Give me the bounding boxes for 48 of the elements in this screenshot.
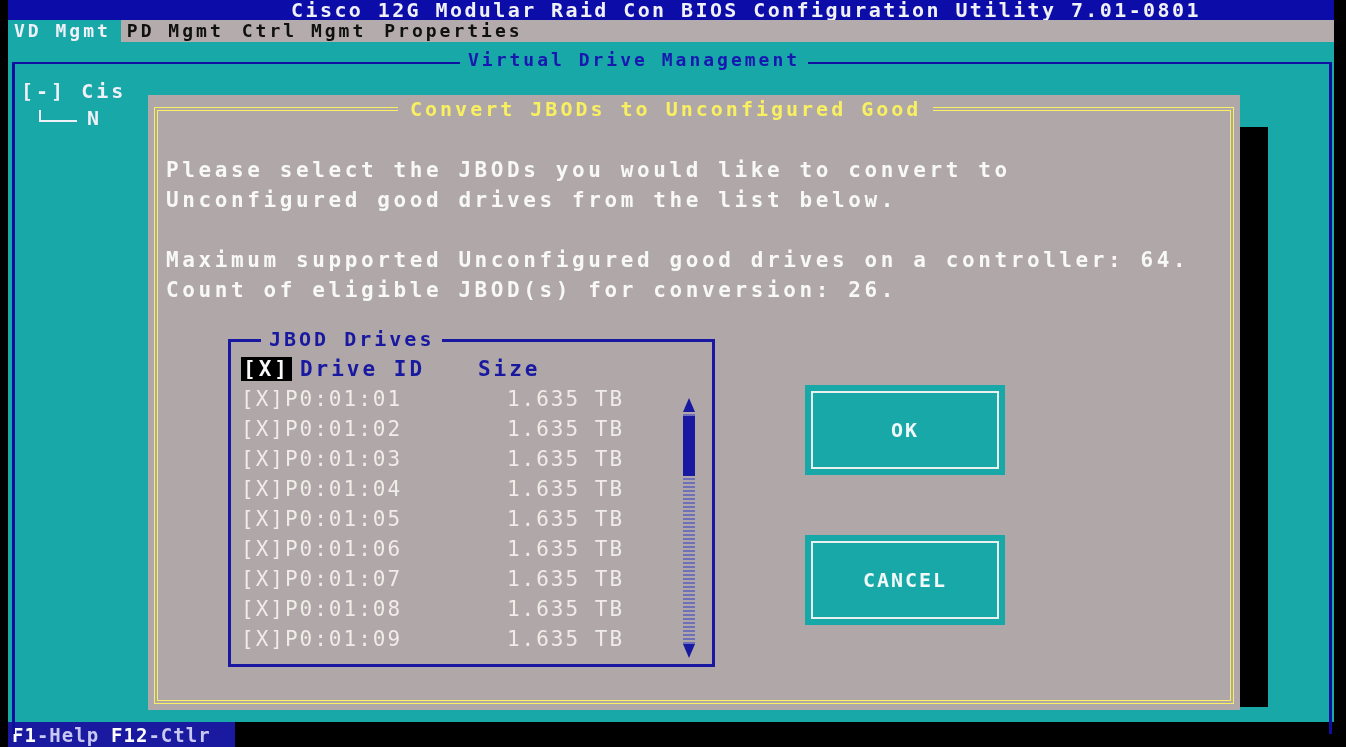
drive-size: 1.635 TB	[506, 387, 625, 411]
select-all-checkbox[interactable]: [X]	[241, 357, 292, 381]
scroll-down-arrow-icon[interactable]	[683, 644, 695, 658]
drive-size: 1.635 TB	[506, 447, 625, 471]
drive-id: P0:01:06	[284, 537, 404, 561]
column-header: Drive ID	[299, 357, 427, 381]
menu-tab[interactable]: VD Mgmt	[8, 20, 121, 42]
column-header: Size	[477, 357, 541, 381]
menu-tab[interactable]: PD Mgmt	[120, 20, 236, 42]
drive-id: P0:01:01	[284, 387, 404, 411]
drive-checkbox[interactable]: [X]	[241, 537, 285, 561]
drive-checkbox[interactable]: [X]	[241, 477, 285, 501]
menu-tab[interactable]: Properties	[378, 20, 535, 42]
drive-size: 1.635 TB	[506, 477, 625, 501]
drive-id: P0:01:02	[284, 417, 404, 441]
window-title: Cisco 12G Modular Raid Con BIOS Configuration Utility 7.01-0801	[291, 0, 1201, 20]
tree-item[interactable]: N	[87, 105, 103, 132]
message-line: Unconfigured good drives from the list below.	[166, 187, 898, 214]
drive-size: 1.635 TB	[506, 567, 625, 591]
drive-checkbox[interactable]: [X]	[241, 627, 285, 651]
key-hint: F12-Ctlr	[111, 723, 211, 746]
drive-size: 1.635 TB	[506, 627, 625, 651]
tree-item[interactable]: [-] Cis	[21, 78, 127, 105]
drive-id: P0:01:07	[284, 567, 404, 591]
drive-checkbox[interactable]: [X]	[241, 417, 285, 441]
drive-checkbox[interactable]: [X]	[241, 597, 285, 621]
drive-size: 1.635 TB	[506, 537, 625, 561]
tree-connector-icon	[39, 109, 77, 122]
drive-checkbox[interactable]: [X]	[241, 387, 285, 411]
cancel-button[interactable]: CANCEL	[805, 535, 1005, 625]
drive-id: P0:01:09	[284, 627, 404, 651]
drive-size: 1.635 TB	[506, 417, 625, 441]
panel-title: Virtual Drive Management	[460, 49, 809, 71]
drive-checkbox[interactable]: [X]	[241, 507, 285, 531]
drive-id: P0:01:04	[284, 477, 404, 501]
scroll-thumb[interactable]	[683, 416, 695, 476]
drive-size: 1.635 TB	[506, 597, 625, 621]
message-line: Maximum supported Unconfigured good drives on a controller: 64.	[166, 247, 1191, 274]
drive-id: P0:01:03	[284, 447, 404, 471]
message-line: Count of eligible JBOD(s) for conversion: 26.	[166, 277, 898, 304]
ok-button[interactable]: OK	[805, 385, 1005, 475]
drive-size: 1.635 TB	[506, 507, 625, 531]
drive-id: P0:01:08	[284, 597, 404, 621]
message-line: Please select the JBODs you would like to convert to	[166, 157, 1012, 184]
drive-checkbox[interactable]: [X]	[241, 567, 285, 591]
menu-tab[interactable]: Ctrl Mgmt	[235, 20, 379, 42]
drive-id: P0:01:05	[284, 507, 404, 531]
drive-checkbox[interactable]: [X]	[241, 447, 285, 471]
